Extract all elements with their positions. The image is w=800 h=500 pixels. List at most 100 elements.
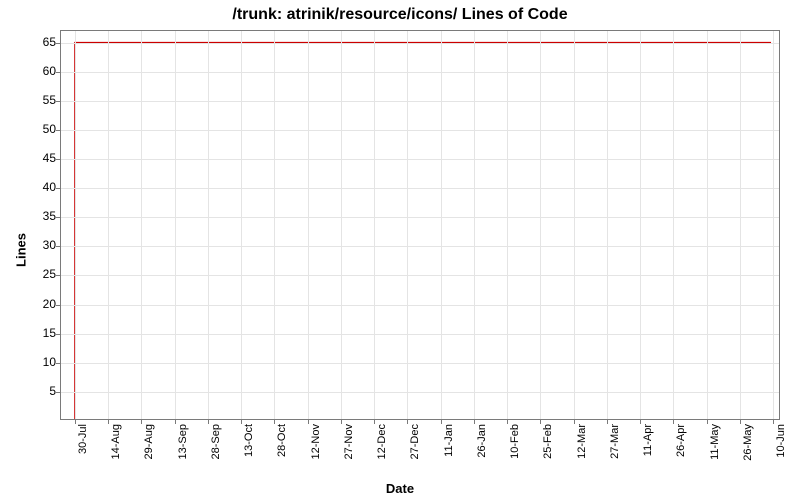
ytick-mark bbox=[56, 217, 61, 218]
xtick-label: 12-Nov bbox=[311, 424, 322, 459]
ytick-mark bbox=[56, 130, 61, 131]
xtick-label: 27-Nov bbox=[344, 424, 355, 459]
ytick-mark bbox=[56, 305, 61, 306]
xtick-mark bbox=[175, 419, 176, 424]
xtick-label: 25-Feb bbox=[543, 424, 554, 459]
gridline-h bbox=[61, 392, 779, 393]
ytick-mark bbox=[56, 334, 61, 335]
ytick-mark bbox=[56, 275, 61, 276]
ytick-label: 55 bbox=[16, 94, 56, 106]
xtick-label: 27-Mar bbox=[610, 424, 621, 459]
xtick-mark bbox=[108, 419, 109, 424]
xtick-mark bbox=[75, 419, 76, 424]
xtick-label: 12-Dec bbox=[377, 424, 388, 459]
ytick-label: 20 bbox=[16, 298, 56, 310]
gridline-h bbox=[61, 217, 779, 218]
xtick-label: 13-Sep bbox=[178, 424, 189, 459]
ytick-label: 5 bbox=[16, 385, 56, 397]
xtick-mark bbox=[507, 419, 508, 424]
gridline-h bbox=[61, 159, 779, 160]
gridline-v bbox=[441, 31, 442, 419]
gridline-v bbox=[308, 31, 309, 419]
xtick-mark bbox=[707, 419, 708, 424]
gridline-h bbox=[61, 305, 779, 306]
ytick-label: 10 bbox=[16, 356, 56, 368]
gridline-v bbox=[507, 31, 508, 419]
xtick-label: 11-Apr bbox=[643, 424, 654, 456]
gridline-v bbox=[740, 31, 741, 419]
xtick-label: 29-Aug bbox=[144, 424, 155, 459]
gridline-h bbox=[61, 43, 779, 44]
gridline-v bbox=[673, 31, 674, 419]
ytick-label: 45 bbox=[16, 152, 56, 164]
ytick-label: 65 bbox=[16, 36, 56, 48]
ytick-label: 15 bbox=[16, 327, 56, 339]
ytick-mark bbox=[56, 392, 61, 393]
gridline-v bbox=[108, 31, 109, 419]
gridline-v bbox=[374, 31, 375, 419]
xtick-mark bbox=[574, 419, 575, 424]
gridline-h bbox=[61, 363, 779, 364]
xtick-label: 10-Jun bbox=[776, 424, 787, 458]
ytick-label: 35 bbox=[16, 210, 56, 222]
xtick-mark bbox=[407, 419, 408, 424]
ytick-mark bbox=[56, 72, 61, 73]
xtick-label: 12-Mar bbox=[577, 424, 588, 459]
gridline-h bbox=[61, 130, 779, 131]
xtick-mark bbox=[640, 419, 641, 424]
chart-title: /trunk: atrinik/resource/icons/ Lines of… bbox=[0, 6, 800, 24]
ytick-mark bbox=[56, 159, 61, 160]
xtick-mark bbox=[141, 419, 142, 424]
ytick-label: 25 bbox=[16, 268, 56, 280]
xtick-mark bbox=[441, 419, 442, 424]
ytick-label: 50 bbox=[16, 123, 56, 135]
xtick-label: 26-May bbox=[743, 424, 754, 461]
ytick-mark bbox=[56, 246, 61, 247]
xtick-mark bbox=[607, 419, 608, 424]
xtick-label: 10-Feb bbox=[510, 424, 521, 459]
xtick-label: 27-Dec bbox=[410, 424, 421, 459]
xtick-mark bbox=[308, 419, 309, 424]
gridline-v bbox=[75, 31, 76, 419]
gridline-v bbox=[773, 31, 774, 419]
gridline-v bbox=[607, 31, 608, 419]
xtick-mark bbox=[740, 419, 741, 424]
xtick-mark bbox=[341, 419, 342, 424]
series-svg bbox=[61, 31, 779, 419]
xtick-label: 26-Jan bbox=[477, 424, 488, 458]
ytick-mark bbox=[56, 188, 61, 189]
gridline-v bbox=[175, 31, 176, 419]
xtick-mark bbox=[208, 419, 209, 424]
loc-line-chart: /trunk: atrinik/resource/icons/ Lines of… bbox=[0, 0, 800, 500]
gridline-v bbox=[341, 31, 342, 419]
gridline-v bbox=[640, 31, 641, 419]
gridline-v bbox=[274, 31, 275, 419]
gridline-h bbox=[61, 246, 779, 247]
xtick-label: 13-Oct bbox=[244, 424, 255, 457]
gridline-v bbox=[707, 31, 708, 419]
ytick-label: 30 bbox=[16, 239, 56, 251]
gridline-h bbox=[61, 188, 779, 189]
ytick-mark bbox=[56, 363, 61, 364]
gridline-h bbox=[61, 101, 779, 102]
gridline-h bbox=[61, 334, 779, 335]
xtick-mark bbox=[474, 419, 475, 424]
x-axis-label: Date bbox=[0, 481, 800, 496]
gridline-v bbox=[141, 31, 142, 419]
gridline-v bbox=[208, 31, 209, 419]
plot-area: 30-Jul14-Aug29-Aug13-Sep28-Sep13-Oct28-O… bbox=[60, 30, 780, 420]
gridline-v bbox=[407, 31, 408, 419]
xtick-mark bbox=[773, 419, 774, 424]
gridline-h bbox=[61, 72, 779, 73]
ytick-mark bbox=[56, 43, 61, 44]
xtick-label: 30-Jul bbox=[78, 424, 89, 454]
xtick-label: 28-Oct bbox=[277, 424, 288, 457]
gridline-h bbox=[61, 275, 779, 276]
gridline-v bbox=[574, 31, 575, 419]
xtick-label: 28-Sep bbox=[211, 424, 222, 459]
gridline-v bbox=[540, 31, 541, 419]
xtick-mark bbox=[374, 419, 375, 424]
gridline-v bbox=[474, 31, 475, 419]
ytick-label: 40 bbox=[16, 181, 56, 193]
xtick-label: 26-Apr bbox=[676, 424, 687, 457]
